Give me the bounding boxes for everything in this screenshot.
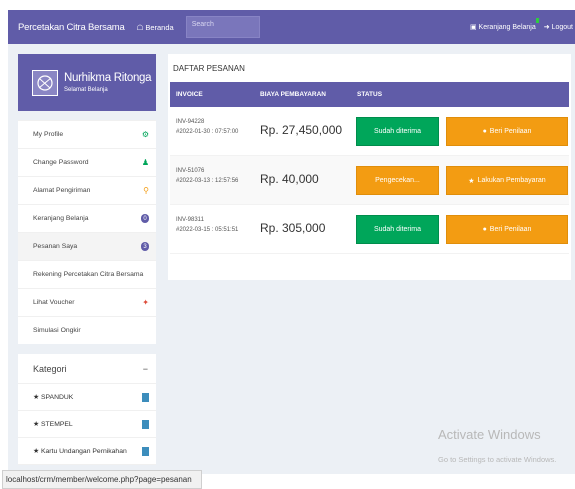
invoice-datetime: #2022-01-30 : 07:57:00 (176, 129, 239, 135)
invoice-number: INV-94228 (176, 119, 205, 125)
sidebar-item-label: Pesanan Saya (33, 243, 78, 250)
sidebar-item-simulasi-ongkir[interactable]: Simulasi Ongkir (18, 316, 156, 344)
logout-link[interactable]: ➜ Logout (544, 23, 573, 31)
order-amount: Rp. 40,000 (260, 172, 319, 186)
sidebar: Nurhikma Ritonga Selamat Belanja My Prof… (18, 54, 156, 465)
user-name: Nurhikma Ritonga (64, 72, 152, 84)
status-button[interactable]: Pengecekan... (356, 166, 439, 195)
category-box: Kategori − ★ SPANDUK ★ STEMPEL ★ Kartu U… (18, 354, 156, 465)
category-label: Kartu Undangan Pernikahan (40, 448, 127, 455)
sidebar-item-label: Keranjang Belanja (33, 215, 89, 222)
column-header-status: STATUS (357, 91, 383, 98)
sidebar-item-rekening[interactable]: Rekening Percetakan Citra Bersama (18, 260, 156, 288)
sidebar-item-label: Alamat Pengiriman (33, 187, 91, 194)
order-count-badge: 3 (141, 242, 149, 251)
sidebar-item-label: Change Password (33, 159, 89, 166)
logout-icon: ➜ (543, 24, 550, 31)
rate-button-label: Beri Penilaan (489, 128, 532, 135)
star-icon: ★ (33, 421, 40, 428)
table-header: INVOICE BIAYA PEMBAYARAN STATUS (170, 82, 569, 107)
collapse-icon[interactable]: − (143, 364, 148, 374)
category-badge (142, 446, 149, 456)
table-row: INV-94228 #2022-01-30 : 07:57:00 Rp. 27,4… (170, 107, 569, 156)
status-button[interactable]: Sudah diterima (356, 215, 439, 244)
table-row: INV-98311 #2022-03-15 : 05:51:51 Rp. 305,… (170, 205, 569, 254)
nav-home-label: Beranda (145, 22, 174, 32)
windows-activation-watermark: Activate Windows (438, 427, 541, 442)
sidebar-item-label: Simulasi Ongkir (33, 327, 81, 334)
user-profile-box: Nurhikma Ritonga Selamat Belanja (18, 54, 156, 111)
table-row: INV-51076 #2022-03-13 : 12:57:56 Rp. 40,0… (170, 156, 569, 205)
map-marker-icon: ⚲ (143, 186, 149, 195)
pay-button-label: Lakukan Pembayaran (477, 177, 546, 184)
cart-label: Keranjang Belanja (478, 24, 536, 31)
rate-button[interactable]: ● Beri Penilaan (446, 117, 568, 146)
sidebar-item-label: Rekening Percetakan Citra Bersama (33, 271, 144, 278)
nav-home-link[interactable]: ☖ Beranda (137, 23, 174, 32)
star-icon: ★ (33, 394, 40, 401)
category-badge (142, 419, 149, 429)
gear-icon: ⚙ (141, 130, 149, 139)
shopping-cart-icon: ▣ (469, 24, 477, 31)
comment-icon: ● (482, 128, 487, 135)
cart-count-badge (535, 18, 539, 23)
invoice-number: INV-51076 (176, 168, 205, 174)
cart-count-badge: 0 (141, 214, 149, 223)
brand-link[interactable]: Percetakan Citra Bersama (18, 22, 125, 33)
invoice-number: INV-98311 (176, 217, 204, 223)
category-title: Kategori (33, 363, 67, 374)
sidebar-menu: My Profile ⚙ Change Password ♟ Alamat Pe… (18, 120, 156, 344)
sidebar-item-alamat-pengiriman[interactable]: Alamat Pengiriman ⚲ (18, 176, 156, 204)
sidebar-item-label: Lihat Voucher (33, 299, 75, 306)
star-icon: ★ (468, 177, 475, 185)
avatar (32, 69, 58, 96)
pay-button[interactable]: ★ Lakukan Pembayaran (446, 166, 568, 195)
category-item-stempel[interactable]: ★ STEMPEL (18, 411, 156, 438)
windows-activation-subtext: Go to Settings to activate Windows. (438, 455, 557, 464)
status-button[interactable]: Sudah diterima (356, 117, 439, 146)
cart-link[interactable]: ▣ Keranjang Belanja (469, 18, 539, 31)
logout-label: Logout (551, 24, 573, 31)
user-subtitle: Selamat Belanja (64, 87, 108, 93)
category-header: Kategori − (18, 354, 156, 384)
invoice-datetime: #2022-03-15 : 05:51:51 (176, 227, 239, 233)
sidebar-item-label: My Profile (33, 131, 64, 138)
rate-button-label: Beri Penilaan (489, 226, 532, 233)
comment-icon: ● (482, 226, 487, 233)
user-icon: ♟ (141, 158, 149, 167)
category-badge (142, 392, 149, 402)
home-icon: ☖ (136, 22, 144, 32)
category-item-kartu-undangan[interactable]: ★ Kartu Undangan Pernikahan (18, 438, 156, 465)
top-navbar: Percetakan Citra Bersama ☖ Beranda Searc… (8, 10, 575, 44)
order-amount: Rp. 305,000 (260, 221, 326, 235)
search-input[interactable]: Search (185, 16, 260, 38)
category-label: SPANDUK (40, 394, 74, 401)
sidebar-item-keranjang-belanja[interactable]: Keranjang Belanja 0 (18, 204, 156, 232)
page-title: DAFTAR PESANAN (173, 63, 245, 73)
tag-icon: ✦ (142, 298, 149, 307)
star-icon: ★ (33, 448, 40, 455)
sidebar-item-lihat-voucher[interactable]: Lihat Voucher ✦ (18, 288, 156, 316)
invoice-datetime: #2022-03-13 : 12:57:56 (176, 178, 239, 184)
sidebar-item-my-profile[interactable]: My Profile ⚙ (18, 120, 156, 148)
rate-button[interactable]: ● Beri Penilaan (446, 215, 568, 244)
orders-panel: DAFTAR PESANAN INVOICE BIAYA PEMBAYARAN … (168, 54, 571, 280)
order-amount: Rp. 27,450,000 (260, 123, 343, 137)
column-header-amount: BIAYA PEMBAYARAN (260, 91, 326, 98)
category-item-spanduk[interactable]: ★ SPANDUK (18, 384, 156, 411)
browser-status-url: localhost/crm/member/welcome.php?page=pe… (2, 470, 202, 489)
avatar-logo-icon (37, 74, 53, 91)
sidebar-item-change-password[interactable]: Change Password ♟ (18, 148, 156, 176)
category-label: STEMPEL (40, 421, 73, 428)
sidebar-item-pesanan-saya[interactable]: Pesanan Saya 3 (18, 232, 156, 260)
column-header-invoice: INVOICE (176, 91, 203, 98)
